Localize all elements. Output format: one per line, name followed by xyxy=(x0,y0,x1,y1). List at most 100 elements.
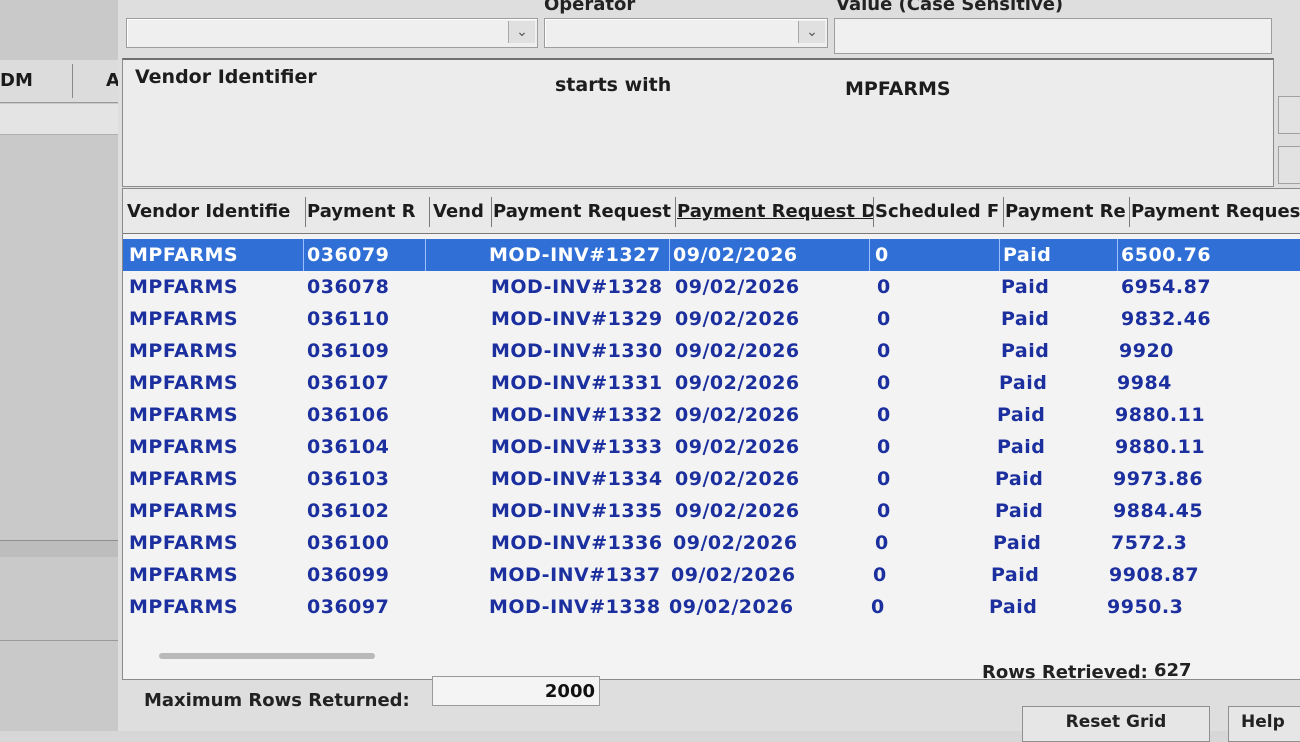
status-cell: Paid xyxy=(991,564,1040,586)
payment-cell: 036100 xyxy=(307,532,390,554)
criteria-value: MPFARMS xyxy=(845,78,951,100)
value-input[interactable] xyxy=(834,18,1272,54)
table-row[interactable]: MPFARMS 036079 MOD-INV#1327 09/02/2026 0… xyxy=(123,239,1300,271)
date-cell: 09/02/2026 xyxy=(675,340,800,362)
reset-grid-button[interactable]: Reset Grid xyxy=(1022,706,1210,742)
scheduled-cell: 0 xyxy=(877,372,891,394)
rows-retrieved-label: Rows Retrieved: xyxy=(982,662,1148,683)
date-cell: 09/02/2026 xyxy=(675,500,800,522)
amount-cell: 9908.87 xyxy=(1109,564,1200,586)
date-cell: 09/02/2026 xyxy=(671,564,796,586)
invoice-cell: MOD-INV#1336 xyxy=(491,532,663,554)
amount-cell: 7572.3 xyxy=(1111,532,1188,554)
chevron-down-icon[interactable]: ⌄ xyxy=(508,21,535,43)
vendor-cell: MPFARMS xyxy=(129,500,239,522)
table-row[interactable]: MPFARMS 036104 MOD-INV#1333 09/02/2026 0… xyxy=(123,431,1300,463)
amount-cell: 9920 xyxy=(1119,340,1174,362)
background-divider xyxy=(0,640,122,641)
table-row[interactable]: MPFARMS 036078 MOD-INV#1328 09/02/2026 0… xyxy=(123,271,1300,303)
table-row[interactable]: MPFARMS 036107 MOD-INV#1331 09/02/2026 0… xyxy=(123,367,1300,399)
column-header-payment-r[interactable]: Payment R xyxy=(307,197,430,227)
table-row[interactable]: MPFARMS 036103 MOD-INV#1334 09/02/2026 0… xyxy=(123,463,1300,495)
date-cell: 09/02/2026 xyxy=(669,239,870,271)
query-dialog: Operator Value (Case Sensitive) ⌄ ⌄ Vend… xyxy=(118,0,1300,742)
status-cell: Paid xyxy=(1001,308,1050,330)
amount-cell: 9880.11 xyxy=(1115,436,1206,458)
amount-cell: 6954.87 xyxy=(1121,276,1212,298)
status-cell: Paid xyxy=(999,372,1048,394)
criteria-field: Vendor Identifier xyxy=(135,66,317,88)
payment-cell: 036106 xyxy=(307,404,390,426)
operator-select[interactable]: ⌄ xyxy=(544,18,828,48)
amount-cell: 9880.11 xyxy=(1115,404,1206,426)
payment-cell: 036109 xyxy=(307,340,390,362)
scheduled-cell: 0 xyxy=(875,532,889,554)
column-header-payment-request-t[interactable]: Payment Request T xyxy=(1131,197,1300,227)
horizontal-scrollbar[interactable] xyxy=(159,653,375,659)
invoice-cell: MOD-INV#1330 xyxy=(491,340,663,362)
vendor-cell: MPFARMS xyxy=(129,564,239,586)
background-window: DM A xyxy=(0,0,122,731)
help-button[interactable]: Help xyxy=(1228,706,1300,742)
status-cell: Paid xyxy=(995,500,1044,522)
column-header-payment-re[interactable]: Payment Re xyxy=(1005,197,1130,227)
column-header-vendor-identifier[interactable]: Vendor Identifie xyxy=(127,197,306,227)
date-cell: 09/02/2026 xyxy=(675,404,800,426)
payment-cell: 036097 xyxy=(307,596,390,618)
scheduled-cell: 0 xyxy=(877,404,891,426)
vendor-cell: MPFARMS xyxy=(129,596,239,618)
vendor-cell: MPFARMS xyxy=(129,372,239,394)
table-row[interactable]: MPFARMS 036102 MOD-INV#1335 09/02/2026 0… xyxy=(123,495,1300,527)
invoice-cell: MOD-INV#1328 xyxy=(491,276,663,298)
vendor-cell: MPFARMS xyxy=(129,436,239,458)
criteria-list[interactable]: Vendor Identifier starts with MPFARMS xyxy=(122,58,1274,187)
column-header-scheduled[interactable]: Scheduled F xyxy=(875,197,1004,227)
side-button[interactable] xyxy=(1278,96,1300,134)
column-header-vend[interactable]: Vend xyxy=(433,197,492,227)
amount-cell: 9884.45 xyxy=(1113,500,1204,522)
date-cell: 09/02/2026 xyxy=(673,532,798,554)
scheduled-cell: 0 xyxy=(873,564,887,586)
vendor-cell: MPFARMS xyxy=(129,532,239,554)
value-header: Value (Case Sensitive) xyxy=(836,0,1064,15)
column-header-payment-request[interactable]: Payment Request xyxy=(493,197,676,227)
table-row[interactable]: MPFARMS 036106 MOD-INV#1332 09/02/2026 0… xyxy=(123,399,1300,431)
invoice-cell: MOD-INV#1332 xyxy=(491,404,663,426)
table-row[interactable]: MPFARMS 036110 MOD-INV#1329 09/02/2026 0… xyxy=(123,303,1300,335)
column-header-payment-request-date[interactable]: Payment Request D xyxy=(677,197,874,227)
vendor-cell: MPFARMS xyxy=(129,308,239,330)
payment-cell: 036103 xyxy=(307,468,390,490)
date-cell: 09/02/2026 xyxy=(675,436,800,458)
vendor-cell: MPFARMS xyxy=(129,468,239,490)
scheduled-cell: 0 xyxy=(877,468,891,490)
payment-cell: 036099 xyxy=(307,564,390,586)
max-rows-input[interactable]: 2000 xyxy=(432,676,600,706)
payment-cell: 036104 xyxy=(307,436,390,458)
status-cell: Paid xyxy=(997,436,1046,458)
status-cell: Paid xyxy=(995,468,1044,490)
scheduled-cell: 0 xyxy=(875,244,889,266)
chevron-down-icon[interactable]: ⌄ xyxy=(798,21,825,43)
scheduled-cell: 0 xyxy=(877,500,891,522)
table-row[interactable]: MPFARMS 036100 MOD-INV#1336 09/02/2026 0… xyxy=(123,527,1300,559)
status-cell: Paid xyxy=(997,404,1046,426)
side-button[interactable] xyxy=(1278,146,1300,184)
amount-cell: 9984 xyxy=(1117,372,1172,394)
invoice-cell: MOD-INV#1333 xyxy=(491,436,663,458)
column-divider xyxy=(72,64,73,98)
scheduled-cell: 0 xyxy=(877,308,891,330)
scheduled-cell: 0 xyxy=(877,276,891,298)
date-cell: 09/02/2026 xyxy=(675,468,800,490)
amount-cell: 9973.86 xyxy=(1113,468,1204,490)
results-grid[interactable]: Vendor Identifie Payment R Vend Payment … xyxy=(122,188,1300,680)
date-cell: 09/02/2026 xyxy=(669,596,794,618)
table-row[interactable]: MPFARMS 036109 MOD-INV#1330 09/02/2026 0… xyxy=(123,335,1300,367)
background-grid-header: DM A xyxy=(0,60,122,103)
payment-cell: 036107 xyxy=(307,372,390,394)
table-row[interactable]: MPFARMS 036097 MOD-INV#1338 09/02/2026 0… xyxy=(123,591,1300,623)
field-select[interactable]: ⌄ xyxy=(126,18,538,48)
background-divider xyxy=(0,540,122,557)
table-row[interactable]: MPFARMS 036099 MOD-INV#1337 09/02/2026 0… xyxy=(123,559,1300,591)
invoice-cell: MOD-INV#1329 xyxy=(491,308,663,330)
background-column-header: DM xyxy=(0,70,33,91)
